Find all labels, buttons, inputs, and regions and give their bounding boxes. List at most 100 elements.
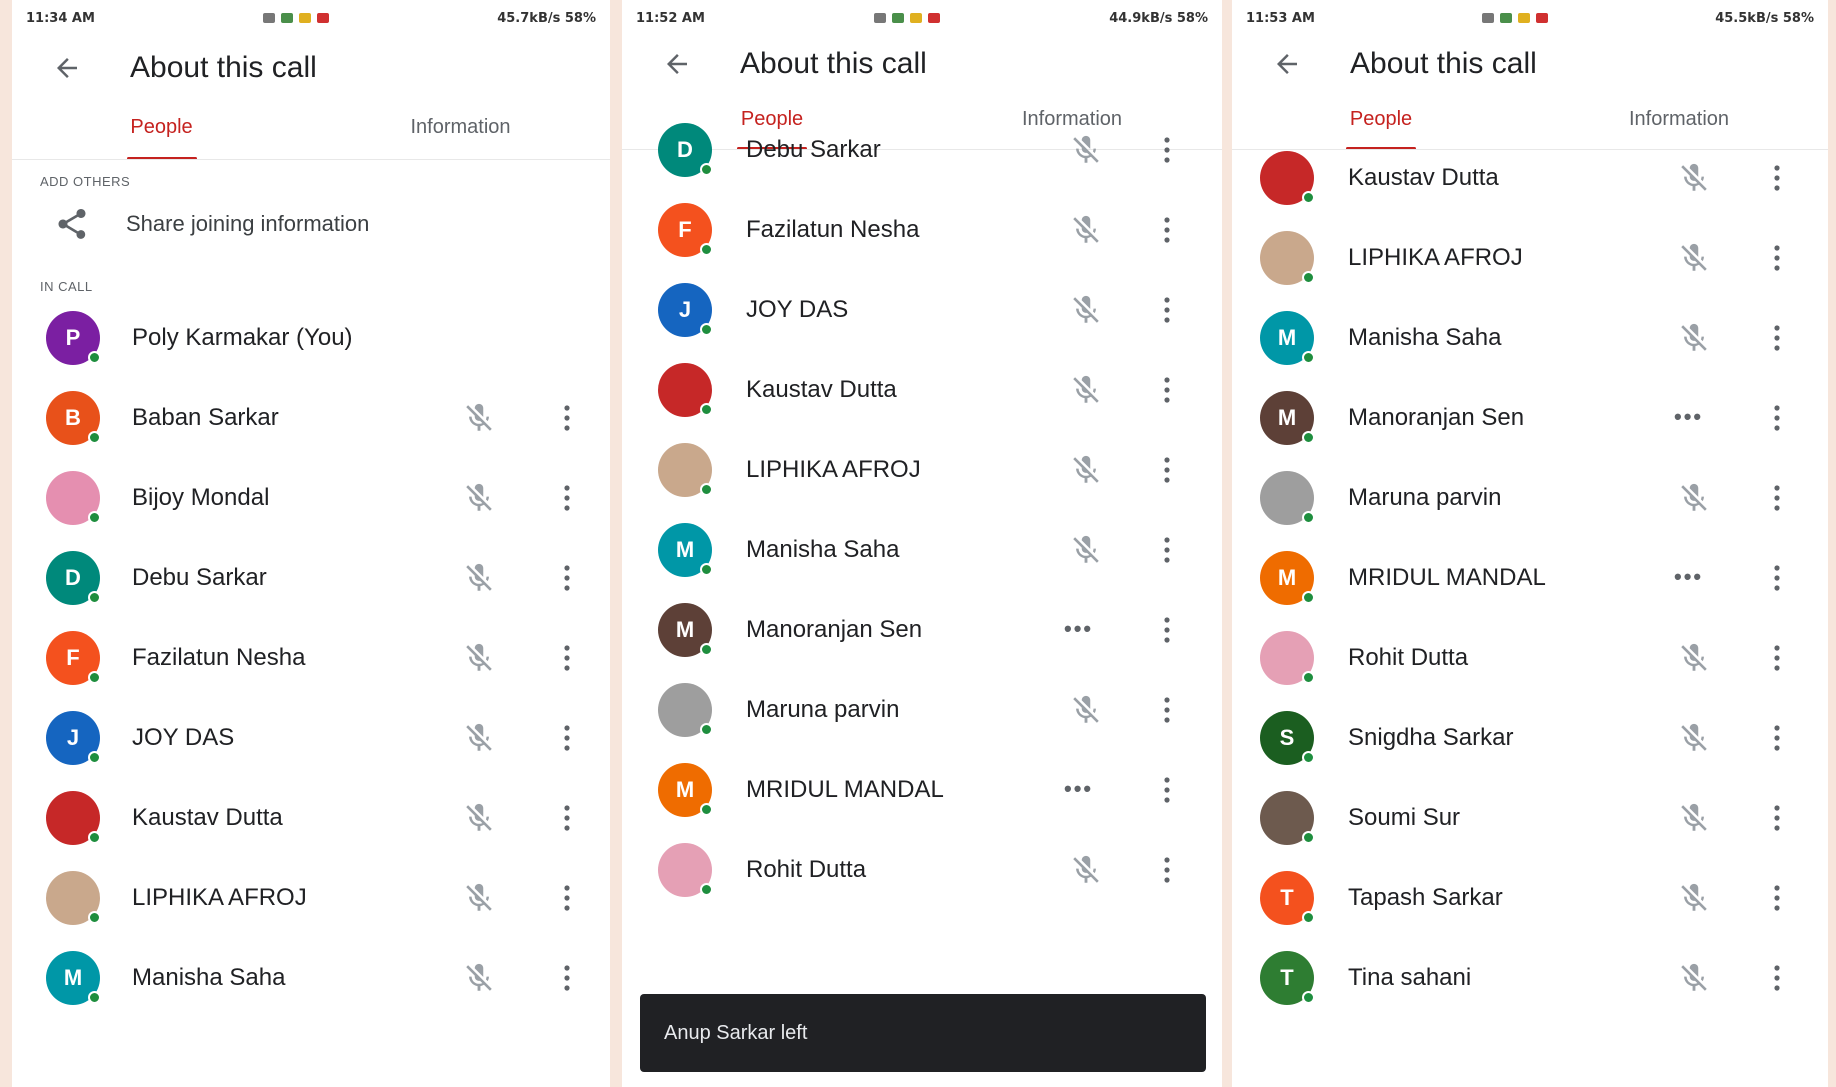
more-vert-icon[interactable] (1772, 484, 1782, 512)
online-indicator (1302, 751, 1315, 764)
mic-off-icon (1069, 853, 1103, 887)
more-vert-icon[interactable] (1162, 776, 1172, 804)
online-indicator (88, 431, 101, 444)
mic-off-icon (1677, 241, 1711, 275)
participant-row[interactable]: T Tapash Sarkar (1232, 858, 1828, 938)
arrow-back-icon[interactable] (52, 53, 82, 83)
participant-row[interactable]: M Manisha Saha (12, 938, 610, 1018)
notification-icon (1482, 13, 1495, 23)
section-label-in-call: IN CALL (40, 279, 93, 294)
participant-name: Maruna parvin (1348, 484, 1502, 511)
participant-row[interactable]: B Baban Sarkar (12, 378, 610, 458)
speaking-indicator-icon: ••• (1064, 776, 1094, 801)
more-vert-icon[interactable] (562, 404, 572, 432)
participant-row[interactable]: Bijoy Mondal (12, 458, 610, 538)
participant-row[interactable]: Maruna parvin (622, 670, 1222, 750)
more-vert-icon[interactable] (1162, 136, 1172, 164)
participant-row[interactable]: F Fazilatun Nesha (12, 618, 610, 698)
participant-row[interactable]: LIPHIKA AFROJ (1232, 218, 1828, 298)
mic-off-icon (1677, 721, 1711, 755)
app-icon (1536, 13, 1549, 23)
more-vert-icon[interactable] (1162, 616, 1172, 644)
more-vert-icon[interactable] (1772, 244, 1782, 272)
more-vert-icon[interactable] (562, 804, 572, 832)
participant-row[interactable]: Maruna parvin (1232, 458, 1828, 538)
more-vert-icon[interactable] (1162, 376, 1172, 404)
online-indicator (1302, 591, 1315, 604)
participant-name: MRIDUL MANDAL (746, 776, 944, 803)
participant-row[interactable]: Rohit Dutta (1232, 618, 1828, 698)
tab-information[interactable]: Information (311, 100, 610, 160)
participant-row[interactable]: M Manoranjan Sen ••• (1232, 378, 1828, 458)
more-vert-icon[interactable] (1162, 856, 1172, 884)
online-indicator (700, 243, 713, 256)
more-vert-icon[interactable] (1162, 296, 1172, 324)
more-vert-icon[interactable] (1772, 164, 1782, 192)
participant-row[interactable]: Kaustav Dutta (12, 778, 610, 858)
share-icon (58, 209, 86, 239)
participant-row[interactable]: M MRIDUL MANDAL ••• (1232, 538, 1828, 618)
more-vert-icon[interactable] (1772, 564, 1782, 592)
participant-row[interactable]: J JOY DAS (12, 698, 610, 778)
snackbar: Anup Sarkar left (640, 994, 1206, 1072)
participant-name: Tapash Sarkar (1348, 884, 1503, 911)
more-vert-icon[interactable] (1772, 644, 1782, 672)
app-bar: About this call (622, 36, 1222, 92)
notification-icon (874, 13, 887, 23)
more-vert-icon[interactable] (1772, 324, 1782, 352)
avatar (658, 683, 713, 737)
participant-row[interactable]: Rohit Dutta (622, 830, 1222, 910)
participant-row[interactable]: D Debu Sarkar (12, 538, 610, 618)
mic-off-icon (1677, 161, 1711, 195)
avatar: M (1260, 311, 1315, 365)
participant-row[interactable]: J JOY DAS (622, 270, 1222, 350)
participant-name: Poly Karmakar (You) (132, 324, 353, 351)
participant-row[interactable]: M Manoranjan Sen ••• (622, 590, 1222, 670)
participant-row[interactable]: LIPHIKA AFROJ (12, 858, 610, 938)
participant-row[interactable]: M Manisha Saha (1232, 298, 1828, 378)
more-vert-icon[interactable] (562, 644, 572, 672)
more-vert-icon[interactable] (1162, 696, 1172, 724)
participant-row[interactable]: T Tina sahani (1232, 938, 1828, 1018)
more-vert-icon[interactable] (562, 484, 572, 512)
participant-row[interactable]: S Snigdha Sarkar (1232, 698, 1828, 778)
avatar (658, 363, 713, 417)
participant-name: MRIDUL MANDAL (1348, 564, 1546, 591)
avatar: T (1260, 871, 1315, 925)
more-vert-icon[interactable] (1162, 536, 1172, 564)
page-title: About this call (1350, 47, 1537, 80)
avatar: S (1260, 711, 1315, 765)
status-time: 11:34 AM (26, 10, 95, 26)
arrow-back-icon[interactable] (662, 49, 692, 79)
participant-row[interactable]: P Poly Karmakar (You) (12, 298, 610, 378)
more-vert-icon[interactable] (562, 564, 572, 592)
participant-row[interactable]: M Manisha Saha (622, 510, 1222, 590)
participant-row[interactable]: D Debu Sarkar (622, 110, 1222, 190)
more-vert-icon[interactable] (562, 964, 572, 992)
more-vert-icon[interactable] (1772, 804, 1782, 832)
more-vert-icon[interactable] (562, 884, 572, 912)
arrow-back-icon[interactable] (1272, 49, 1302, 79)
participant-row[interactable]: Soumi Sur (1232, 778, 1828, 858)
participant-row[interactable]: M MRIDUL MANDAL ••• (622, 750, 1222, 830)
more-vert-icon[interactable] (1772, 404, 1782, 432)
participant-row[interactable]: F Fazilatun Nesha (622, 190, 1222, 270)
participant-name: Manoranjan Sen (1348, 404, 1525, 431)
more-vert-icon[interactable] (1772, 724, 1782, 752)
online-indicator (88, 591, 101, 604)
tab-people[interactable]: People (12, 100, 311, 160)
avatar (658, 843, 713, 897)
participant-list: P Poly Karmakar (You) B Baban Sarkar Bijoy M… (12, 298, 610, 1018)
more-vert-icon[interactable] (1772, 884, 1782, 912)
more-vert-icon[interactable] (1162, 216, 1172, 244)
share-joining-info-item[interactable]: Share joining information (12, 189, 610, 259)
participant-row[interactable]: Kaustav Dutta (1232, 138, 1828, 218)
participant-row[interactable]: Kaustav Dutta (622, 350, 1222, 430)
call-panel-1: 11:34 AM 45.7kB/s 58% About this call Pe… (12, 0, 610, 1087)
participant-name: Bijoy Mondal (132, 484, 270, 511)
participant-row[interactable]: LIPHIKA AFROJ (622, 430, 1222, 510)
more-vert-icon[interactable] (1162, 456, 1172, 484)
more-vert-icon[interactable] (1772, 964, 1782, 992)
more-vert-icon[interactable] (562, 724, 572, 752)
speaking-indicator-icon: ••• (1674, 564, 1704, 589)
